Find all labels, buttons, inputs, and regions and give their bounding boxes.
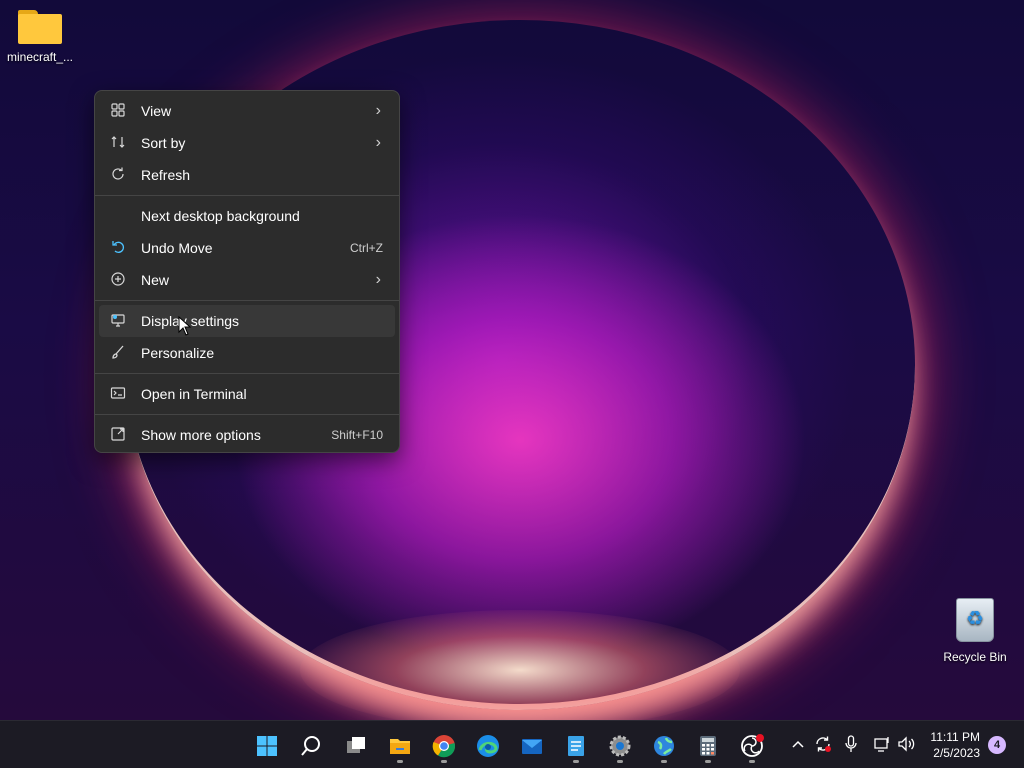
sort-icon [109, 134, 127, 152]
menu-item-new[interactable]: New › [99, 264, 395, 296]
globe-app-button[interactable] [644, 728, 684, 764]
undo-icon [109, 239, 127, 257]
obs-button[interactable] [732, 728, 772, 764]
microphone-icon[interactable] [840, 733, 862, 755]
start-button[interactable] [247, 728, 287, 764]
desktop-icon-label: Recycle Bin [943, 650, 1007, 664]
notification-badge[interactable]: 4 [988, 736, 1006, 754]
menu-item-next-desktop-background[interactable]: Next desktop background [99, 200, 395, 232]
desktop-icon-recycle-bin[interactable]: ♻ Recycle Bin [935, 598, 1015, 664]
shortcut-text: Shift+F10 [331, 428, 383, 442]
menu-item-show-more-options[interactable]: Show more options Shift+F10 [99, 419, 395, 451]
globe-app-icon [654, 736, 674, 756]
menu-item-open-in-terminal[interactable]: Open in Terminal [99, 378, 395, 410]
desktop-icon-label: minecraft_... [6, 50, 74, 64]
menu-separator [95, 195, 399, 196]
desktop-icon-minecraft-folder[interactable]: minecraft_... [0, 10, 80, 64]
menu-item-label: Personalize [141, 345, 215, 361]
running-indicator [749, 760, 755, 763]
mail-icon [522, 739, 542, 754]
start-icon [257, 736, 277, 756]
task-view-icon [347, 737, 365, 753]
mouse-cursor-icon [178, 316, 192, 336]
clock-date: 2/5/2023 [933, 746, 980, 760]
notepad-icon [568, 736, 584, 756]
menu-item-label: Next desktop background [141, 208, 300, 224]
menu-item-label: Undo Move [141, 240, 213, 256]
chevron-right-icon: › [375, 134, 381, 151]
menu-item-personalize[interactable]: Personalize [99, 337, 395, 369]
sync-icon[interactable] [812, 733, 834, 755]
desktop-context-menu: View › Sort by › Refresh Next desktop ba… [94, 90, 400, 453]
network-icon[interactable] [871, 733, 893, 755]
brush-icon [109, 344, 127, 362]
menu-item-display-settings[interactable]: Display settings [99, 305, 395, 337]
chrome-icon [432, 735, 456, 758]
menu-item-undo-move[interactable]: Undo Move Ctrl+Z [99, 232, 395, 264]
menu-item-sort-by[interactable]: Sort by › [99, 127, 395, 159]
mail-button[interactable] [512, 728, 552, 764]
menu-item-label: View [141, 103, 172, 119]
menu-item-label: Refresh [141, 167, 191, 183]
folder-icon [18, 10, 62, 44]
terminal-icon [109, 385, 127, 403]
display-icon [109, 312, 127, 330]
search-button[interactable] [291, 728, 331, 764]
task-view-button[interactable] [336, 728, 376, 764]
edge-button[interactable] [468, 728, 508, 764]
menu-item-label: Sort by [141, 135, 186, 151]
chevron-right-icon: › [375, 271, 381, 288]
menu-item-label: Open in Terminal [141, 386, 247, 402]
menu-item-refresh[interactable]: Refresh [99, 159, 395, 191]
file-explorer-button[interactable] [380, 728, 420, 764]
chrome-button[interactable] [424, 728, 464, 764]
running-indicator [397, 760, 403, 763]
volume-icon[interactable] [896, 733, 918, 755]
settings-button[interactable] [600, 728, 640, 764]
recycle-bin-icon: ♻ [956, 598, 994, 642]
refresh-icon [109, 166, 127, 184]
search-icon [301, 736, 320, 756]
clock-time: 11:11 PM [930, 730, 980, 744]
menu-item-label: New [141, 272, 170, 288]
running-indicator [573, 760, 579, 763]
calculator-icon [700, 736, 716, 756]
menu-separator [95, 300, 399, 301]
menu-separator [95, 373, 399, 374]
chevron-up-icon[interactable] [787, 733, 809, 755]
settings-icon [609, 735, 631, 757]
calculator-button[interactable] [688, 728, 728, 764]
menu-item-label: Show more options [141, 427, 261, 443]
chevron-right-icon: › [375, 102, 381, 119]
grid-icon [109, 102, 127, 120]
menu-item-view[interactable]: View › [99, 95, 395, 127]
obs-icon [741, 734, 764, 757]
plus-circle-icon [109, 271, 127, 289]
running-indicator [705, 760, 711, 763]
running-indicator [617, 760, 623, 763]
expand-icon [109, 426, 127, 444]
taskbar: 11:11 PM 2/5/2023 4 [0, 720, 1024, 768]
shortcut-text: Ctrl+Z [350, 241, 383, 255]
edge-icon [477, 735, 499, 757]
system-clock[interactable]: 11:11 PM 2/5/2023 [930, 729, 980, 761]
file-explorer-icon [390, 739, 410, 754]
wallpaper-glow [300, 610, 740, 720]
running-indicator [441, 760, 447, 763]
menu-separator [95, 414, 399, 415]
running-indicator [661, 760, 667, 763]
notepad-button[interactable] [556, 728, 596, 764]
